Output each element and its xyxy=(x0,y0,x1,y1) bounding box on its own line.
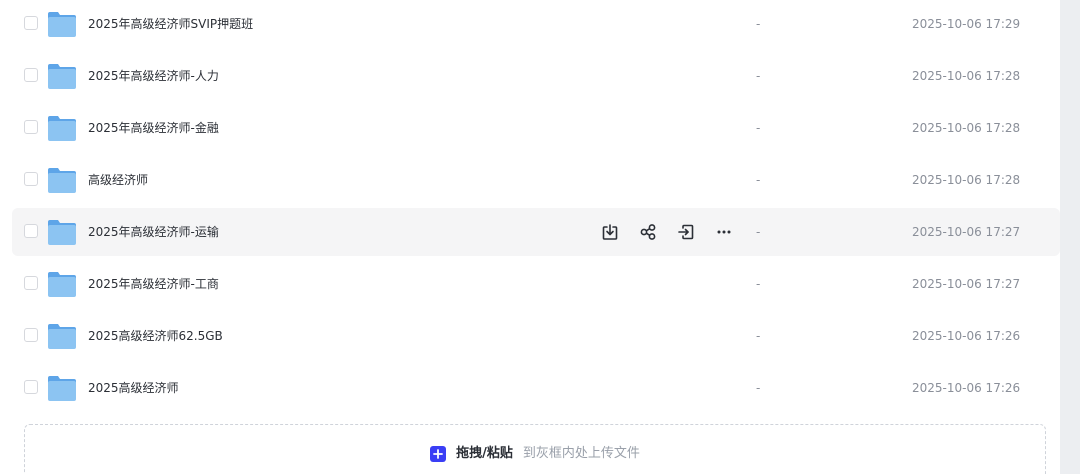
modified-date: 2025-10-06 17:26 xyxy=(912,329,1021,343)
file-name[interactable]: 2025年高级经济师-运输 xyxy=(88,223,219,241)
file-name[interactable]: 2025年高级经济师-工商 xyxy=(88,275,219,293)
file-name[interactable]: 高级经济师 xyxy=(88,171,148,189)
row-checkbox[interactable] xyxy=(24,16,38,30)
upload-drop-zone[interactable]: 拖拽/粘贴 到灰框内处上传文件 xyxy=(24,424,1046,474)
file-size: - xyxy=(756,17,761,31)
file-name[interactable]: 2025高级经济师 xyxy=(88,379,179,397)
download-button[interactable] xyxy=(598,220,622,244)
file-size: - xyxy=(756,381,761,395)
table-row[interactable]: 2025年高级经济师-金融 - 2025-10-06 17:28 xyxy=(12,104,1060,152)
table-row[interactable]: 2025年高级经济师-工商 - 2025-10-06 17:27 xyxy=(12,260,1060,308)
folder-icon xyxy=(48,64,76,89)
file-size: - xyxy=(756,277,761,291)
more-button[interactable] xyxy=(712,220,736,244)
file-size: - xyxy=(756,69,761,83)
row-checkbox[interactable] xyxy=(24,172,38,186)
file-size: - xyxy=(756,329,761,343)
table-row[interactable]: 2025高级经济师 - 2025-10-06 17:26 xyxy=(12,364,1060,412)
folder-icon xyxy=(48,168,76,193)
share-button[interactable] xyxy=(636,220,660,244)
more-icon xyxy=(717,230,731,234)
folder-icon xyxy=(48,324,76,349)
move-button[interactable] xyxy=(674,220,698,244)
table-row-hovered[interactable]: 2025年高级经济师-运输 - 2025-10-06 17:27 xyxy=(12,208,1060,256)
file-size: - xyxy=(756,121,761,135)
download-icon xyxy=(602,224,618,240)
modified-date: 2025-10-06 17:26 xyxy=(912,381,1021,395)
row-checkbox[interactable] xyxy=(24,276,38,290)
modified-date: 2025-10-06 17:28 xyxy=(912,121,1021,135)
modified-date: 2025-10-06 17:28 xyxy=(912,173,1021,187)
modified-date: 2025-10-06 17:29 xyxy=(912,17,1021,31)
file-name[interactable]: 2025高级经济师62.5GB xyxy=(88,327,223,345)
file-size: - xyxy=(756,225,761,239)
modified-date: 2025-10-06 17:27 xyxy=(912,277,1021,291)
upload-label: 拖拽/粘贴 xyxy=(456,446,513,461)
upload-hint: 到灰框内处上传文件 xyxy=(522,446,640,461)
file-name[interactable]: 2025年高级经济师-人力 xyxy=(88,67,219,85)
file-name[interactable]: 2025年高级经济师SVIP押题班 xyxy=(88,15,253,33)
row-checkbox[interactable] xyxy=(24,68,38,82)
modified-date: 2025-10-06 17:28 xyxy=(912,69,1021,83)
file-name[interactable]: 2025年高级经济师-金融 xyxy=(88,119,219,137)
folder-icon xyxy=(48,376,76,401)
row-checkbox[interactable] xyxy=(24,224,38,238)
table-row[interactable]: 2025年高级经济师SVIP押题班 - 2025-10-06 17:29 xyxy=(12,0,1060,48)
folder-icon xyxy=(48,12,76,37)
file-size: - xyxy=(756,173,761,187)
upload-prompt: 拖拽/粘贴 到灰框内处上传文件 xyxy=(25,445,1045,463)
share-icon xyxy=(640,224,656,240)
move-icon xyxy=(678,224,694,240)
row-checkbox[interactable] xyxy=(24,120,38,134)
table-row[interactable]: 高级经济师 - 2025-10-06 17:28 xyxy=(12,156,1060,204)
modified-date: 2025-10-06 17:27 xyxy=(912,225,1021,239)
table-row[interactable]: 2025高级经济师62.5GB - 2025-10-06 17:26 xyxy=(12,312,1060,360)
folder-icon xyxy=(48,272,76,297)
row-checkbox[interactable] xyxy=(24,328,38,342)
folder-icon xyxy=(48,220,76,245)
row-checkbox[interactable] xyxy=(24,380,38,394)
row-actions xyxy=(598,220,736,244)
plus-icon xyxy=(430,446,447,462)
file-browser: 2025年高级经济师SVIP押题班 - 2025-10-06 17:29 202… xyxy=(0,0,1080,474)
table-row[interactable]: 2025年高级经济师-人力 - 2025-10-06 17:28 xyxy=(12,52,1060,100)
scrollbar[interactable] xyxy=(1060,0,1080,474)
folder-icon xyxy=(48,116,76,141)
